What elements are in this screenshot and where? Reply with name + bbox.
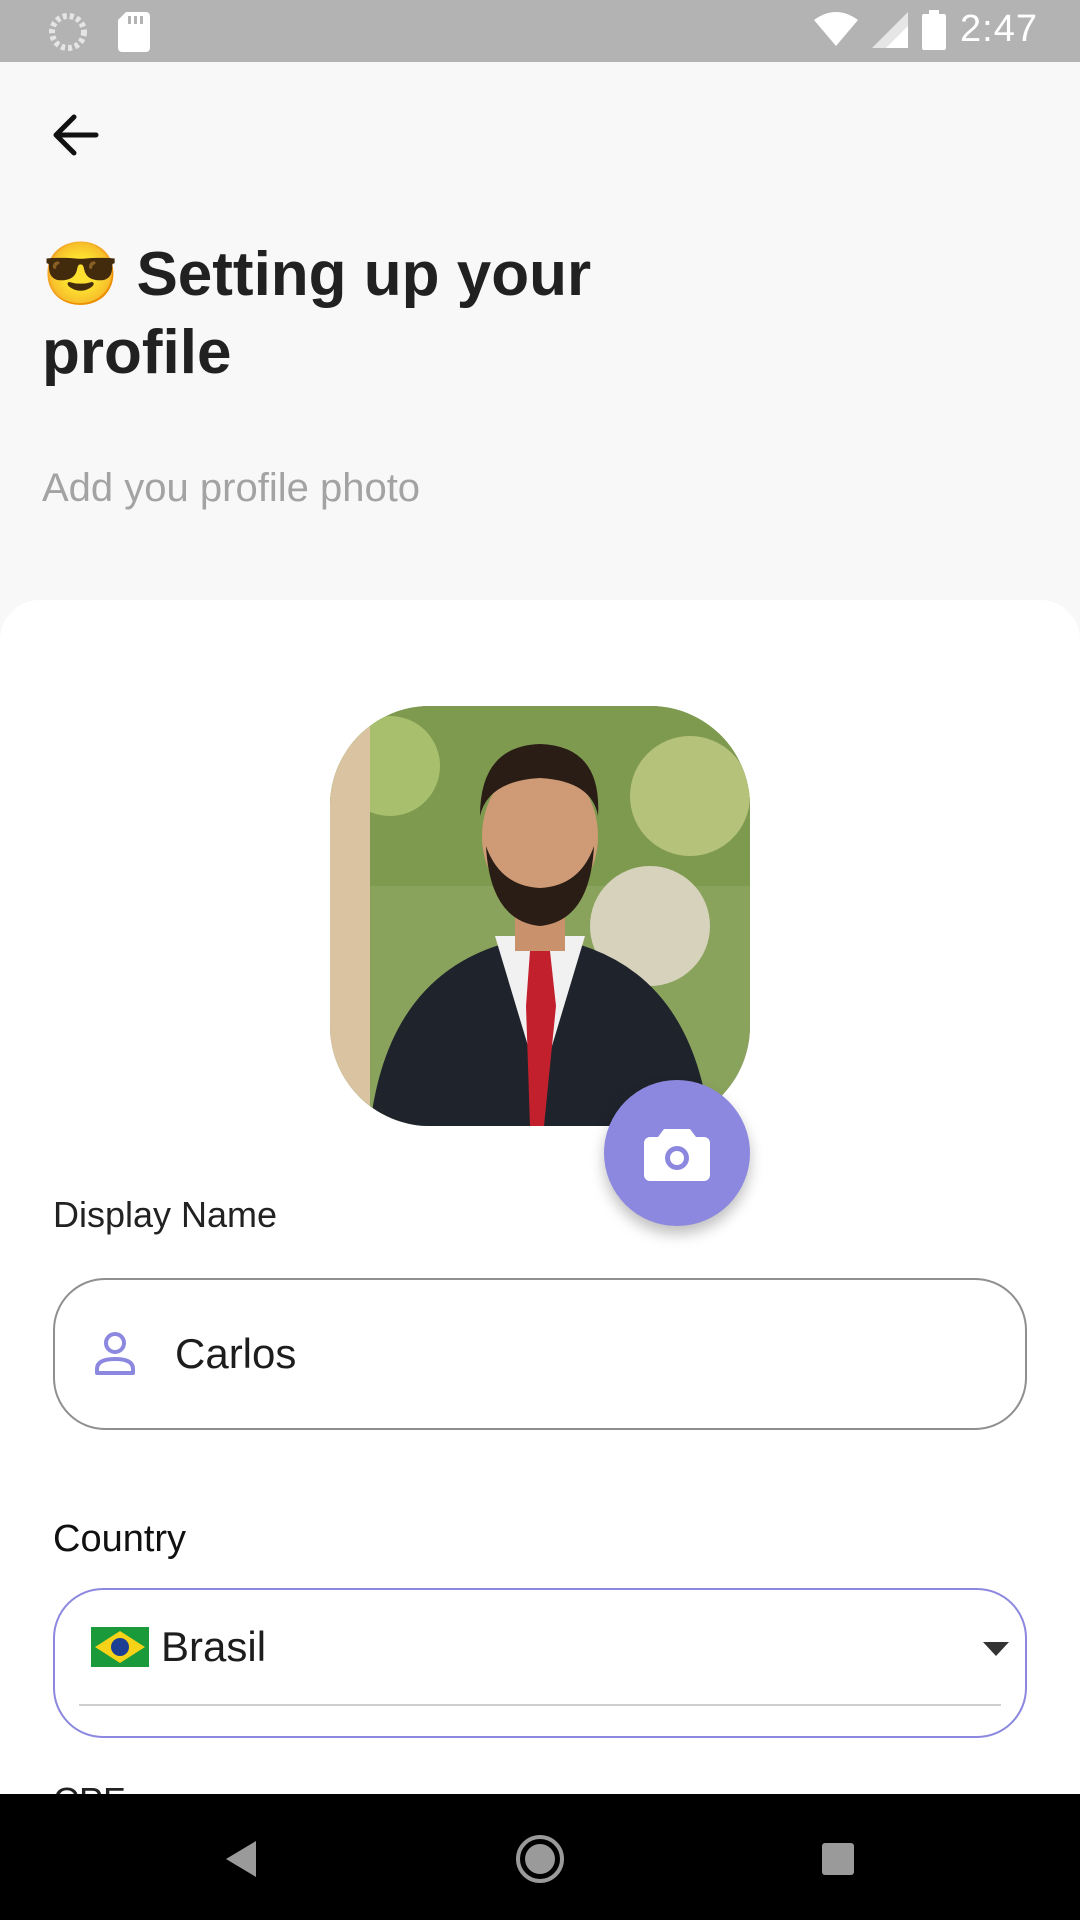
profile-form-card: Display Name Carlos Country Brasil CPF bbox=[0, 600, 1080, 1794]
status-time: 2:47 bbox=[960, 8, 1038, 50]
profile-photo[interactable] bbox=[330, 706, 750, 1126]
person-icon bbox=[95, 1332, 135, 1375]
cell-signal-icon bbox=[872, 11, 909, 48]
wifi-icon bbox=[814, 11, 859, 46]
display-name-label: Display Name bbox=[53, 1194, 278, 1235]
country-select-inner: Brasil bbox=[79, 1590, 1001, 1706]
nav-home-icon bbox=[516, 1835, 564, 1883]
sunglasses-emoji-icon: 😎 bbox=[42, 240, 120, 309]
nav-home-button[interactable] bbox=[505, 1824, 575, 1894]
battery-icon bbox=[922, 9, 947, 50]
profile-photo-container bbox=[330, 706, 750, 1226]
profile-photo-image bbox=[330, 706, 750, 1126]
status-bar: 2:47 bbox=[0, 0, 1080, 62]
page-title: 😎 Setting up your profile bbox=[42, 236, 742, 392]
nav-back-button[interactable] bbox=[206, 1824, 276, 1894]
cpf-label: CPF bbox=[53, 1780, 125, 1794]
loading-icon bbox=[49, 13, 87, 51]
dropdown-arrow-icon bbox=[983, 1642, 1009, 1656]
country-label: Country bbox=[53, 1518, 187, 1560]
display-name-field[interactable]: Carlos bbox=[53, 1278, 1027, 1430]
page-title-text: Setting up your profile bbox=[42, 240, 592, 387]
arrow-back-icon bbox=[53, 114, 99, 156]
back-button[interactable] bbox=[40, 100, 110, 170]
change-photo-button[interactable] bbox=[604, 1080, 750, 1226]
country-select[interactable]: Brasil bbox=[53, 1588, 1027, 1738]
page-subtitle: Add you profile photo bbox=[42, 466, 421, 510]
navigation-bar bbox=[0, 1794, 1080, 1920]
country-value: Brasil bbox=[161, 1623, 267, 1670]
nav-back-icon bbox=[226, 1841, 256, 1877]
display-name-value: Carlos bbox=[175, 1330, 297, 1377]
sd-card-icon bbox=[118, 12, 150, 52]
nav-recents-button[interactable] bbox=[803, 1824, 873, 1894]
nav-recents-icon bbox=[822, 1843, 854, 1875]
brazil-flag-icon bbox=[91, 1627, 149, 1667]
camera-icon bbox=[644, 1129, 710, 1181]
